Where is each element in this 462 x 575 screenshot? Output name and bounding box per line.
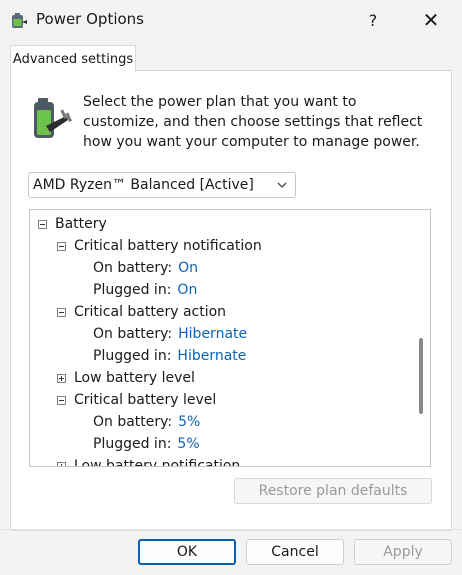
setting-row: Plugged in: 5% bbox=[93, 433, 200, 455]
expand-icon[interactable] bbox=[57, 461, 66, 466]
footer-divider bbox=[0, 529, 462, 530]
setting-label: On battery: bbox=[93, 260, 173, 276]
scrollbar-thumb[interactable] bbox=[419, 338, 423, 414]
tree-item-label: Critical battery action bbox=[74, 304, 227, 320]
tree-item-label: Battery bbox=[55, 216, 107, 232]
selected-plan: AMD Ryzen™ Balanced [Active] bbox=[33, 177, 254, 193]
collapse-icon[interactable] bbox=[57, 395, 66, 405]
setting-row: Plugged in: Hibernate bbox=[93, 345, 246, 367]
tree-item-critical-battery-level[interactable]: Critical battery level bbox=[57, 389, 216, 411]
window-title: Power Options bbox=[36, 10, 144, 28]
setting-row: Plugged in: On bbox=[93, 279, 197, 301]
tab-advanced-settings[interactable]: Advanced settings bbox=[10, 45, 136, 72]
collapse-icon[interactable] bbox=[57, 241, 66, 251]
expand-icon[interactable] bbox=[57, 373, 66, 383]
tree-item-label: Critical battery notification bbox=[74, 238, 262, 254]
setting-value-link[interactable]: Hibernate bbox=[178, 326, 247, 342]
title-bar: Power Options ? ✕ bbox=[0, 0, 462, 40]
restore-plan-defaults-button[interactable]: Restore plan defaults bbox=[234, 478, 432, 504]
setting-value-link[interactable]: On bbox=[178, 260, 198, 276]
tree-item-label: Low battery level bbox=[74, 370, 195, 386]
instruction-text: Select the power plan that you want to c… bbox=[83, 94, 423, 150]
tree-item-battery[interactable]: Battery bbox=[38, 213, 107, 235]
setting-row: On battery: 5% bbox=[93, 411, 200, 433]
chevron-down-icon bbox=[277, 182, 287, 188]
setting-value-link[interactable]: 5% bbox=[178, 414, 200, 430]
tree-item-critical-notification[interactable]: Critical battery notification bbox=[57, 235, 262, 257]
tree-item-low-battery-notification[interactable]: Low battery notification bbox=[57, 455, 241, 467]
power-plan-dropdown[interactable]: AMD Ryzen™ Balanced [Active] bbox=[28, 172, 296, 198]
tree-item-label: Low battery notification bbox=[74, 458, 241, 467]
setting-value-link[interactable]: 5% bbox=[177, 436, 199, 452]
setting-label: Plugged in: bbox=[93, 436, 172, 452]
tree-item-low-battery-level[interactable]: Low battery level bbox=[57, 367, 195, 389]
setting-label: On battery: bbox=[93, 414, 173, 430]
setting-row: On battery: On bbox=[93, 257, 198, 279]
setting-value-link[interactable]: On bbox=[177, 282, 197, 298]
tree-item-critical-action[interactable]: Critical battery action bbox=[57, 301, 226, 323]
power-options-icon bbox=[12, 13, 27, 28]
battery-plug-icon bbox=[34, 98, 72, 138]
settings-tree[interactable]: Battery Critical battery notification On… bbox=[29, 209, 431, 467]
help-button[interactable]: ? bbox=[350, 4, 396, 36]
setting-label: On battery: bbox=[93, 326, 173, 342]
close-button[interactable]: ✕ bbox=[408, 4, 454, 36]
ok-button[interactable]: OK bbox=[138, 539, 236, 565]
collapse-icon[interactable] bbox=[57, 307, 66, 317]
tree-item-label: Critical battery level bbox=[74, 392, 217, 408]
setting-value-link[interactable]: Hibernate bbox=[177, 348, 246, 364]
cancel-button[interactable]: Cancel bbox=[246, 539, 344, 565]
setting-row: On battery: Hibernate bbox=[93, 323, 247, 345]
setting-label: Plugged in: bbox=[93, 282, 172, 298]
collapse-icon[interactable] bbox=[38, 219, 47, 229]
apply-button[interactable]: Apply bbox=[354, 539, 452, 565]
vertical-scrollbar[interactable] bbox=[412, 210, 430, 466]
setting-label: Plugged in: bbox=[93, 348, 172, 364]
